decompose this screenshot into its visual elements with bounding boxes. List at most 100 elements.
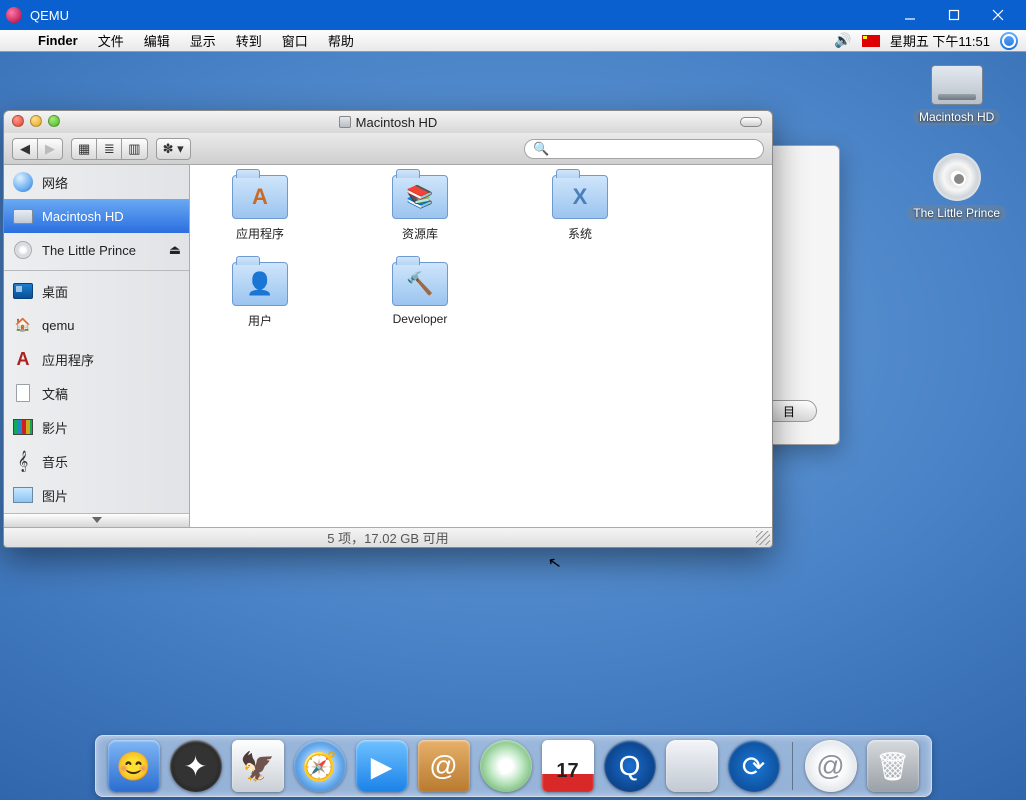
resize-grip[interactable] bbox=[756, 531, 770, 545]
folder-library[interactable]: 📚 资源库 bbox=[370, 175, 470, 242]
dock-safari[interactable]: 🧭 bbox=[292, 738, 348, 794]
dock-ichat[interactable]: ▶ bbox=[354, 738, 410, 794]
cd-icon bbox=[933, 153, 981, 201]
forward-button[interactable]: ▶ bbox=[37, 138, 63, 160]
view-list-button[interactable]: ≣ bbox=[96, 138, 122, 160]
folder-system[interactable]: X 系统 bbox=[530, 175, 630, 242]
folder-icon: 🔨 bbox=[392, 262, 448, 306]
folder-icon: X bbox=[552, 175, 608, 219]
dock-addressbook[interactable]: @ bbox=[416, 738, 472, 794]
dock-container: 😊 ✦ 🦅 🧭 ▶ @ ♪ JUL17 Q ⟳ @ 🗑 bbox=[0, 735, 1026, 797]
finder-sidebar: 网络 Macintosh HD The Little Prince ⏏ 桌面 bbox=[4, 165, 190, 527]
menu-edit[interactable]: 编辑 bbox=[134, 31, 180, 50]
desktop-icon-the-little-prince[interactable]: The Little Prince bbox=[907, 153, 1006, 221]
folder-users[interactable]: 👤 用户 bbox=[210, 262, 310, 329]
host-maximize-button[interactable] bbox=[932, 0, 976, 30]
sidebar-scroll-indicator[interactable] bbox=[4, 513, 189, 527]
folder-label: 资源库 bbox=[402, 225, 438, 242]
sidebar-item-network[interactable]: 网络 bbox=[4, 165, 189, 199]
finder-content[interactable]: A 应用程序 📚 资源库 X 系统 👤 用户 🔨 Developer bbox=[190, 165, 772, 527]
host-minimize-button[interactable] bbox=[888, 0, 932, 30]
app-menu[interactable]: Finder bbox=[28, 33, 88, 48]
macos-desktop[interactable]: Finder 文件 编辑 显示 转到 窗口 帮助 🔊 星期五 下午11:51 M… bbox=[0, 30, 1026, 800]
traffic-lights bbox=[12, 115, 60, 127]
dock-trash[interactable]: 🗑 bbox=[865, 738, 921, 794]
back-button[interactable]: ◀ bbox=[12, 138, 38, 160]
folder-label: Developer bbox=[393, 312, 448, 326]
menu-file[interactable]: 文件 bbox=[88, 31, 134, 50]
sidebar-item-label: 音乐 bbox=[42, 452, 68, 471]
finder-icon: 😊 bbox=[108, 740, 160, 792]
host-close-button[interactable] bbox=[976, 0, 1020, 30]
sidebar-item-applications[interactable]: A 应用程序 bbox=[4, 342, 189, 376]
mail-icon: 🦅 bbox=[232, 740, 284, 792]
input-source-icon[interactable] bbox=[862, 35, 880, 47]
menu-go[interactable]: 转到 bbox=[226, 31, 272, 50]
dock-finder[interactable]: 😊 bbox=[106, 738, 162, 794]
spotlight-icon[interactable] bbox=[1000, 32, 1018, 50]
menu-help[interactable]: 帮助 bbox=[318, 31, 364, 50]
view-icons-button[interactable]: ▦ bbox=[71, 138, 97, 160]
sidebar-item-home[interactable]: 🏠 qemu bbox=[4, 308, 189, 342]
window-title: Macintosh HD bbox=[356, 115, 438, 130]
finder-titlebar[interactable]: Macintosh HD bbox=[4, 111, 772, 133]
volume-icon[interactable]: 🔊 bbox=[834, 32, 851, 49]
desktop-icon-macintosh-hd[interactable]: Macintosh HD bbox=[913, 65, 1000, 125]
dock-softwareupdate[interactable]: ⟳ bbox=[726, 738, 782, 794]
folder-label: 应用程序 bbox=[236, 225, 284, 242]
dock-separator bbox=[792, 742, 793, 790]
window-minimize-button[interactable] bbox=[30, 115, 42, 127]
folder-label: 系统 bbox=[568, 225, 592, 242]
dock-dotmac[interactable]: @ bbox=[803, 738, 859, 794]
folder-icon: 👤 bbox=[232, 262, 288, 306]
window-zoom-button[interactable] bbox=[48, 115, 60, 127]
window-close-button[interactable] bbox=[12, 115, 24, 127]
dock-dashboard[interactable]: ✦ bbox=[168, 738, 224, 794]
eject-icon[interactable]: ⏏ bbox=[169, 242, 181, 258]
cd-icon bbox=[14, 241, 32, 259]
proxy-icon[interactable] bbox=[339, 116, 351, 128]
dock-quicktime[interactable]: Q bbox=[602, 738, 658, 794]
toolbar-toggle-button[interactable] bbox=[740, 117, 762, 127]
sidebar-item-documents[interactable]: 文稿 bbox=[4, 376, 189, 410]
sidebar-item-label: 桌面 bbox=[42, 282, 68, 301]
qemu-titlebar: QEMU bbox=[0, 0, 1026, 30]
dock-sysprefs[interactable] bbox=[664, 738, 720, 794]
dashboard-icon: ✦ bbox=[170, 740, 222, 792]
sidebar-item-pictures[interactable]: 图片 bbox=[4, 478, 189, 512]
search-input[interactable] bbox=[555, 141, 755, 156]
action-menu-button[interactable]: ✽ ▾ bbox=[156, 138, 191, 160]
dock-mail[interactable]: 🦅 bbox=[230, 738, 286, 794]
dock-itunes[interactable]: ♪ bbox=[478, 738, 534, 794]
menubar: Finder 文件 编辑 显示 转到 窗口 帮助 🔊 星期五 下午11:51 bbox=[0, 30, 1026, 52]
harddrive-icon bbox=[13, 209, 33, 224]
menubar-clock[interactable]: 星期五 下午11:51 bbox=[890, 31, 990, 50]
dock-ical[interactable]: JUL17 bbox=[540, 738, 596, 794]
folder-icon: A bbox=[232, 175, 288, 219]
softwareupdate-icon: ⟳ bbox=[728, 740, 780, 792]
mouse-cursor: ↖ bbox=[546, 552, 563, 574]
sidebar-item-the-little-prince[interactable]: The Little Prince ⏏ bbox=[4, 233, 189, 267]
finder-window: Macintosh HD ◀ ▶ ▦ ≣ ▥ ✽ ▾ 🔍 bbox=[3, 110, 773, 548]
view-columns-button[interactable]: ▥ bbox=[121, 138, 147, 160]
applications-icon: A bbox=[12, 348, 34, 370]
menu-window[interactable]: 窗口 bbox=[272, 31, 318, 50]
itunes-icon: ♪ bbox=[480, 740, 532, 792]
sidebar-item-music[interactable]: 𝄞 音乐 bbox=[4, 444, 189, 478]
sidebar-item-movies[interactable]: 影片 bbox=[4, 410, 189, 444]
desktop-icon bbox=[13, 283, 33, 299]
sidebar-item-desktop[interactable]: 桌面 bbox=[4, 274, 189, 308]
sidebar-item-label: 影片 bbox=[42, 418, 68, 437]
folder-icon: 📚 bbox=[392, 175, 448, 219]
finder-statusbar: 5 项，17.02 GB 可用 bbox=[4, 527, 772, 547]
sidebar-item-label: 应用程序 bbox=[42, 350, 94, 369]
folder-applications[interactable]: A 应用程序 bbox=[210, 175, 310, 242]
search-field[interactable]: 🔍 bbox=[524, 139, 764, 159]
home-icon: 🏠 bbox=[12, 314, 34, 336]
icon-label: Macintosh HD bbox=[913, 109, 1000, 125]
sidebar-item-macintosh-hd[interactable]: Macintosh HD bbox=[4, 199, 189, 233]
sidebar-item-label: Macintosh HD bbox=[42, 209, 124, 224]
menu-view[interactable]: 显示 bbox=[180, 31, 226, 50]
ichat-icon: ▶ bbox=[356, 740, 408, 792]
folder-developer[interactable]: 🔨 Developer bbox=[370, 262, 470, 329]
